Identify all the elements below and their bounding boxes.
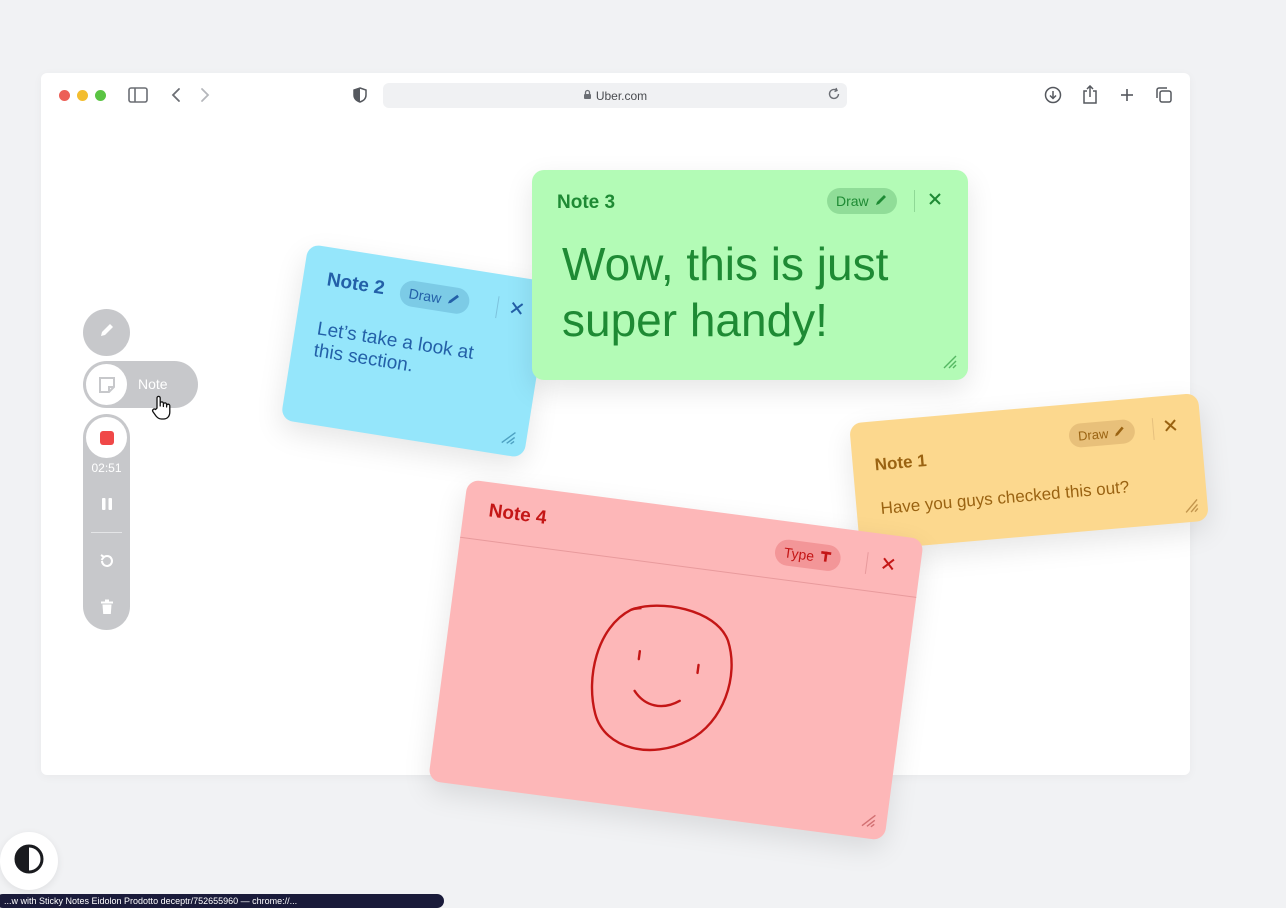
- mode-label: Draw: [1077, 425, 1109, 444]
- minimize-window-button[interactable]: [77, 90, 88, 101]
- close-icon[interactable]: [879, 555, 901, 577]
- mode-label: Type: [782, 544, 816, 565]
- note-title: Note 1: [873, 450, 928, 475]
- download-icon[interactable]: [1042, 84, 1064, 106]
- shield-icon[interactable]: [349, 84, 371, 106]
- share-icon[interactable]: [1079, 84, 1101, 106]
- note-title: Note 4: [487, 500, 548, 529]
- resize-handle-icon[interactable]: [1183, 497, 1200, 514]
- back-icon[interactable]: [165, 84, 187, 106]
- hand-cursor-icon: [150, 394, 174, 427]
- close-icon[interactable]: [927, 191, 947, 211]
- url-text: Uber.com: [595, 88, 648, 103]
- draw-mode-button[interactable]: Draw: [398, 278, 471, 316]
- new-tab-icon[interactable]: [1116, 84, 1138, 106]
- pause-icon[interactable]: [95, 492, 118, 515]
- toolbar-divider: [864, 552, 869, 575]
- note-body-text[interactable]: Let’s take a look at this section.: [312, 318, 497, 390]
- pencil-icon: [1114, 424, 1127, 440]
- smiley-drawing[interactable]: [568, 586, 769, 778]
- sticky-note-3[interactable]: Note 3 Draw Wow, this is just super hand…: [532, 170, 968, 380]
- note-title: Note 3: [557, 192, 616, 213]
- note-title: Note 2: [325, 269, 387, 300]
- draw-mode-button[interactable]: Draw: [1068, 418, 1137, 449]
- type-mode-button[interactable]: Type: [773, 538, 843, 573]
- header-divider: [460, 536, 917, 598]
- close-window-button[interactable]: [59, 90, 70, 101]
- recording-divider: [91, 532, 122, 533]
- browser-toolbar: Uber.com: [41, 73, 1190, 119]
- pencil-icon: [446, 291, 461, 309]
- close-icon[interactable]: [507, 299, 530, 322]
- recording-timer: 02:51: [91, 461, 122, 475]
- note-body-text[interactable]: Have you guys checked this out?: [880, 473, 1181, 519]
- stop-icon: [99, 430, 114, 445]
- pencil-icon: [875, 193, 888, 209]
- maximize-window-button[interactable]: [95, 90, 106, 101]
- sidebar-icon[interactable]: [127, 84, 149, 106]
- contrast-toggle-button[interactable]: [0, 832, 58, 890]
- lock-icon: [583, 89, 592, 103]
- note-tool-button[interactable]: Note: [83, 361, 198, 408]
- address-bar[interactable]: Uber.com: [383, 83, 847, 108]
- resize-handle-icon[interactable]: [860, 812, 878, 830]
- pencil-icon: [98, 321, 116, 344]
- resize-handle-icon[interactable]: [942, 354, 958, 370]
- text-type-icon: [819, 549, 833, 566]
- recording-panel: 02:51: [83, 414, 130, 630]
- restart-icon[interactable]: [95, 549, 118, 572]
- close-icon[interactable]: [1162, 416, 1184, 438]
- sticky-note-4[interactable]: Note 4 Type: [428, 479, 924, 841]
- status-bar: ...w with Sticky Notes Eidolon Prodotto …: [0, 894, 444, 908]
- sticky-note-2[interactable]: Note 2 Draw Let’s take a look at this se…: [280, 243, 552, 459]
- contrast-icon: [13, 843, 45, 880]
- toolbar-divider: [495, 296, 500, 319]
- mode-label: Draw: [836, 193, 869, 209]
- forward-icon[interactable]: [194, 84, 216, 106]
- toolbar-divider: [914, 190, 915, 212]
- toolbar-divider: [1151, 418, 1155, 441]
- stop-recording-button[interactable]: [86, 417, 127, 458]
- resize-handle-icon[interactable]: [499, 428, 517, 446]
- note-body-text[interactable]: Wow, this is just super handy!: [562, 236, 952, 348]
- reload-icon[interactable]: [827, 87, 841, 104]
- mode-label: Draw: [407, 285, 443, 307]
- tabs-overview-icon[interactable]: [1153, 84, 1175, 106]
- draw-mode-button[interactable]: Draw: [827, 188, 897, 214]
- note-tool-label: Note: [138, 376, 168, 392]
- draw-tool-button[interactable]: [83, 309, 130, 356]
- sticky-note-icon: [86, 364, 127, 405]
- trash-icon[interactable]: [95, 595, 118, 618]
